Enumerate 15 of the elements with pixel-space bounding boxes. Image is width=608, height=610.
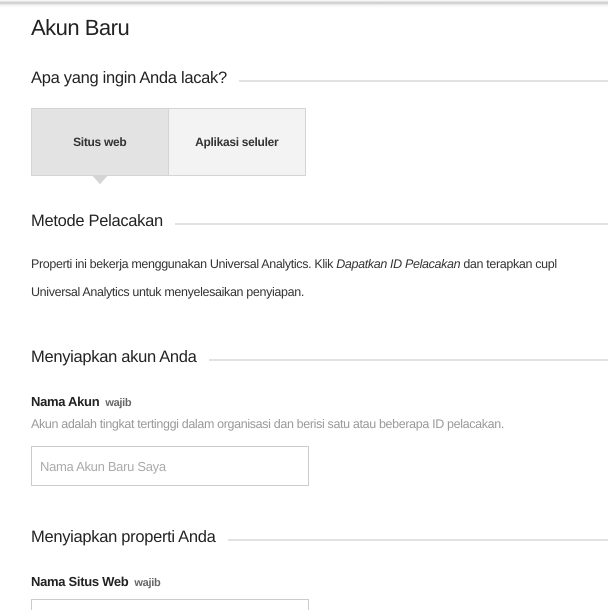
section-heading: Menyiapkan akun Anda (31, 348, 197, 368)
required-label: wajib (105, 396, 132, 409)
tab[interactable]: Aplikasi seluler (168, 109, 305, 176)
required-label: wajib (134, 576, 160, 589)
section-heading: Menyiapkan properti Anda (31, 528, 216, 548)
page-title: Akun Baru (31, 15, 130, 42)
field-hint: Akun adalah tingkat tertinggi dalam organisasi dan berisi satu atau beberapa ID pelacakan. (31, 416, 505, 434)
tab[interactable]: Situs web (32, 109, 168, 176)
field-label: Nama Situs Web (31, 574, 128, 589)
text-input[interactable]: Nama Akun Baru Saya (31, 446, 309, 486)
section-heading: Apa yang ingin Anda lacak? (31, 69, 227, 90)
paragraph-line: Universal Analytics untuk menyelesaikan penyiapan. (31, 284, 305, 301)
section-heading: Metode Pelacakan (31, 212, 163, 232)
field-label: Nama Akun (31, 394, 100, 409)
paragraph-line: Properti ini bekerja menggunakan Universal Analytics. Klik Dapatkan ID Pelacakan dan terapkan cupl (31, 256, 558, 273)
